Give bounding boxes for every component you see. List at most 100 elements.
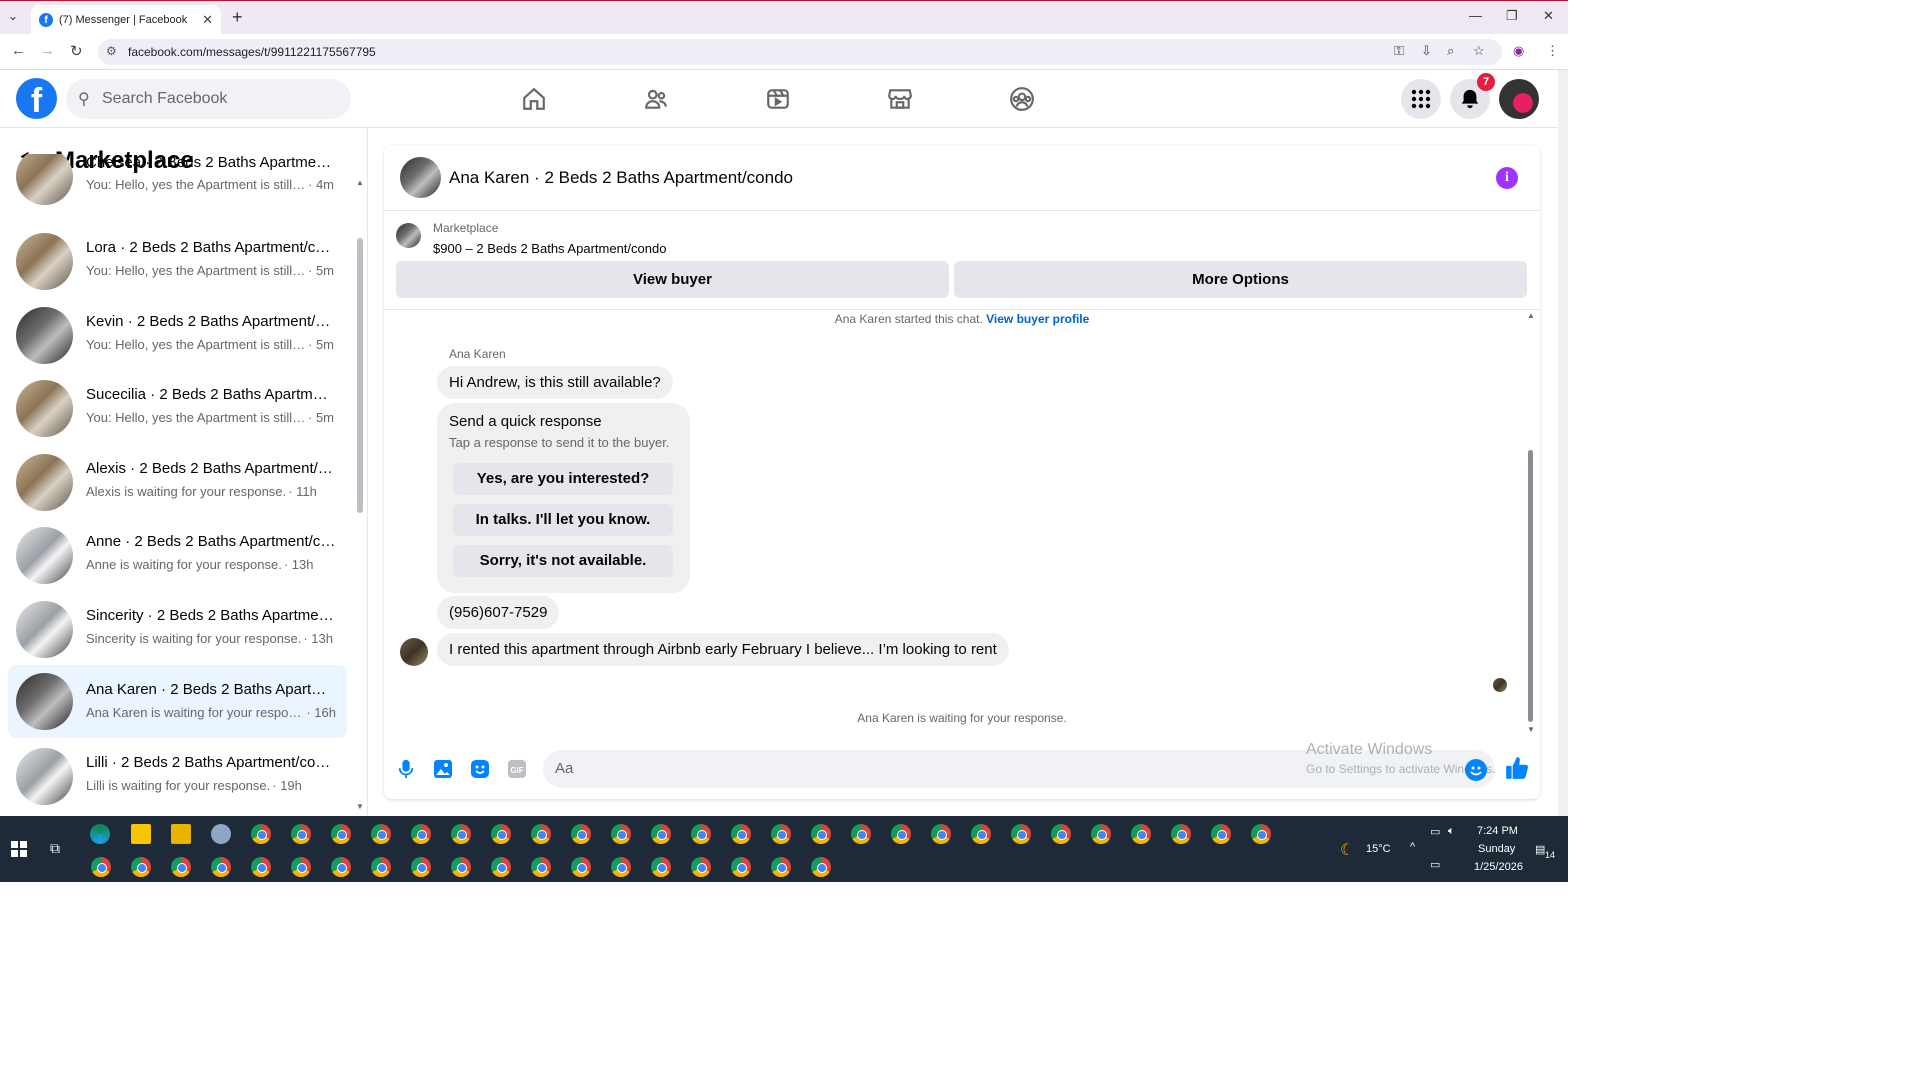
chrome-icon[interactable] — [331, 824, 351, 844]
chrome-icon[interactable] — [211, 857, 231, 877]
chrome-icon[interactable] — [691, 857, 711, 877]
chrome-icon[interactable] — [851, 824, 871, 844]
chrome-icon[interactable] — [411, 857, 431, 877]
chrome-icon[interactable] — [1171, 824, 1191, 844]
chrome-icon[interactable] — [691, 824, 711, 844]
close-tab-icon[interactable]: ✕ — [202, 12, 213, 28]
sticky-notes-icon[interactable] — [131, 824, 151, 844]
sidebar-scrollbar[interactable] — [357, 238, 363, 513]
zoom-icon[interactable]: ⌕ — [1447, 43, 1454, 59]
chrome-icon[interactable] — [371, 824, 391, 844]
account-avatar[interactable] — [1499, 79, 1539, 119]
network-icon[interactable]: ▭ — [1430, 825, 1440, 838]
facebook-logo-icon[interactable]: f — [16, 78, 57, 120]
install-app-icon[interactable]: ⇩ — [1421, 43, 1432, 59]
forward-icon[interactable]: → — [40, 42, 55, 59]
conversation-item[interactable]: Chelsea · 2 Beds 2 Baths Apartment/condo… — [8, 154, 347, 214]
password-key-icon[interactable]: ⚿ — [1394, 43, 1404, 59]
chrome-icon[interactable] — [771, 824, 791, 844]
buyer-avatar[interactable] — [400, 638, 428, 666]
info-icon[interactable]: i — [1496, 167, 1518, 189]
close-window-icon[interactable]: ✕ — [1543, 8, 1554, 24]
chrome-icon[interactable] — [1131, 824, 1151, 844]
maximize-icon[interactable]: ❐ — [1506, 8, 1518, 24]
quick-response-option[interactable]: In talks. I'll let you know. — [453, 504, 673, 536]
conversation-item[interactable]: Sincerity · 2 Beds 2 Baths Apartment/con… — [8, 595, 347, 663]
chrome-icon[interactable] — [251, 857, 271, 877]
chat-scrollbar[interactable] — [1528, 450, 1533, 722]
conversation-item[interactable]: Sucecilia · 2 Beds 2 Baths Apartment/con… — [8, 374, 347, 442]
file-explorer-icon[interactable] — [171, 824, 191, 844]
conversation-item[interactable]: Alexis · 2 Beds 2 Baths Apartment/condo … — [8, 448, 347, 516]
view-buyer-profile-link[interactable]: View buyer profile — [986, 312, 1089, 326]
more-options-button[interactable]: More Options — [954, 261, 1527, 298]
friends-icon[interactable] — [641, 84, 671, 114]
display-icon[interactable]: ▭ — [1430, 858, 1440, 871]
thumbs-up-icon[interactable] — [1504, 755, 1530, 781]
bookmark-star-icon[interactable]: ☆ — [1473, 43, 1485, 59]
chrome-icon[interactable] — [771, 857, 791, 877]
chrome-icon[interactable] — [611, 857, 631, 877]
chrome-icon[interactable] — [91, 857, 111, 877]
quick-response-option[interactable]: Sorry, it's not available. — [453, 545, 673, 577]
listing-price-title[interactable]: $900 – 2 Beds 2 Baths Apartment/condo — [433, 241, 666, 256]
chrome-icon[interactable] — [571, 857, 591, 877]
windows-start-icon[interactable] — [11, 841, 27, 862]
chrome-icon[interactable] — [531, 857, 551, 877]
clock-day[interactable]: Sunday — [1478, 843, 1515, 855]
chrome-icon[interactable] — [971, 824, 991, 844]
chrome-icon[interactable] — [651, 857, 671, 877]
chrome-icon[interactable] — [451, 857, 471, 877]
chrome-icon[interactable] — [491, 857, 511, 877]
chrome-icon[interactable] — [291, 857, 311, 877]
menu-grid-icon[interactable] — [1401, 79, 1441, 119]
conversation-item-active[interactable]: Ana Karen · 2 Beds 2 Baths Apartment/con… — [8, 665, 347, 738]
edge-icon[interactable] — [90, 824, 110, 844]
browser-menu-icon[interactable]: ⋮ — [1546, 43, 1559, 59]
chrome-icon[interactable] — [531, 824, 551, 844]
quick-response-option[interactable]: Yes, are you interested? — [453, 463, 673, 495]
photo-icon[interactable] — [432, 758, 454, 780]
conversation-item[interactable]: Lora · 2 Beds 2 Baths Apartment/condo Yo… — [8, 227, 347, 295]
microphone-icon[interactable] — [395, 758, 417, 780]
chrome-icon[interactable] — [1211, 824, 1231, 844]
clock-date[interactable]: 1/25/2026 — [1474, 861, 1523, 873]
app-icon[interactable] — [211, 824, 231, 844]
chrome-icon[interactable] — [411, 824, 431, 844]
video-icon[interactable] — [763, 84, 793, 114]
chat-scroll-down-icon[interactable]: ▼ — [1527, 725, 1535, 734]
clock-time[interactable]: 7:24 PM — [1477, 825, 1518, 837]
chat-avatar[interactable] — [400, 157, 441, 198]
chat-title[interactable]: Ana Karen · 2 Beds 2 Baths Apartment/con… — [449, 168, 793, 188]
chrome-icon[interactable] — [611, 824, 631, 844]
view-buyer-button[interactable]: View buyer — [396, 261, 949, 298]
reload-icon[interactable]: ↻ — [70, 42, 83, 60]
conversation-item[interactable]: Kevin · 2 Beds 2 Baths Apartment/condo Y… — [8, 301, 347, 369]
notification-center-icon[interactable]: ▤ — [1535, 843, 1545, 856]
browser-tab[interactable]: f (7) Messenger | Facebook ✕ — [31, 5, 221, 35]
emoji-icon[interactable] — [1465, 759, 1487, 781]
chrome-icon[interactable] — [451, 824, 471, 844]
groups-icon[interactable] — [1007, 84, 1037, 114]
chrome-icon[interactable] — [1011, 824, 1031, 844]
volume-icon[interactable]: 🔈︎ — [1448, 825, 1455, 838]
sticker-icon[interactable] — [469, 758, 491, 780]
task-view-icon[interactable]: ⧉ — [50, 840, 60, 857]
chat-scroll-up-icon[interactable]: ▲ — [1527, 311, 1535, 320]
tab-list-chevron-icon[interactable]: ⌄ — [8, 9, 18, 23]
chrome-icon[interactable] — [571, 824, 591, 844]
conversation-item[interactable]: Anne · 2 Beds 2 Baths Apartment/condo An… — [8, 521, 347, 589]
chrome-icon[interactable] — [131, 857, 151, 877]
tray-chevron-icon[interactable]: ^ — [1410, 841, 1415, 853]
site-settings-icon[interactable]: ⚙ — [106, 44, 117, 58]
chrome-icon[interactable] — [371, 857, 391, 877]
chrome-icon[interactable] — [891, 824, 911, 844]
new-tab-icon[interactable]: + — [232, 7, 243, 28]
profile-icon[interactable]: ◉ — [1513, 43, 1524, 59]
weather-temperature[interactable]: 15°C — [1366, 843, 1391, 855]
back-icon[interactable]: ← — [11, 42, 26, 59]
chrome-icon[interactable] — [651, 824, 671, 844]
chrome-icon[interactable] — [811, 857, 831, 877]
sidebar-scroll-down-icon[interactable]: ▼ — [356, 802, 364, 811]
chrome-icon[interactable] — [1251, 824, 1271, 844]
